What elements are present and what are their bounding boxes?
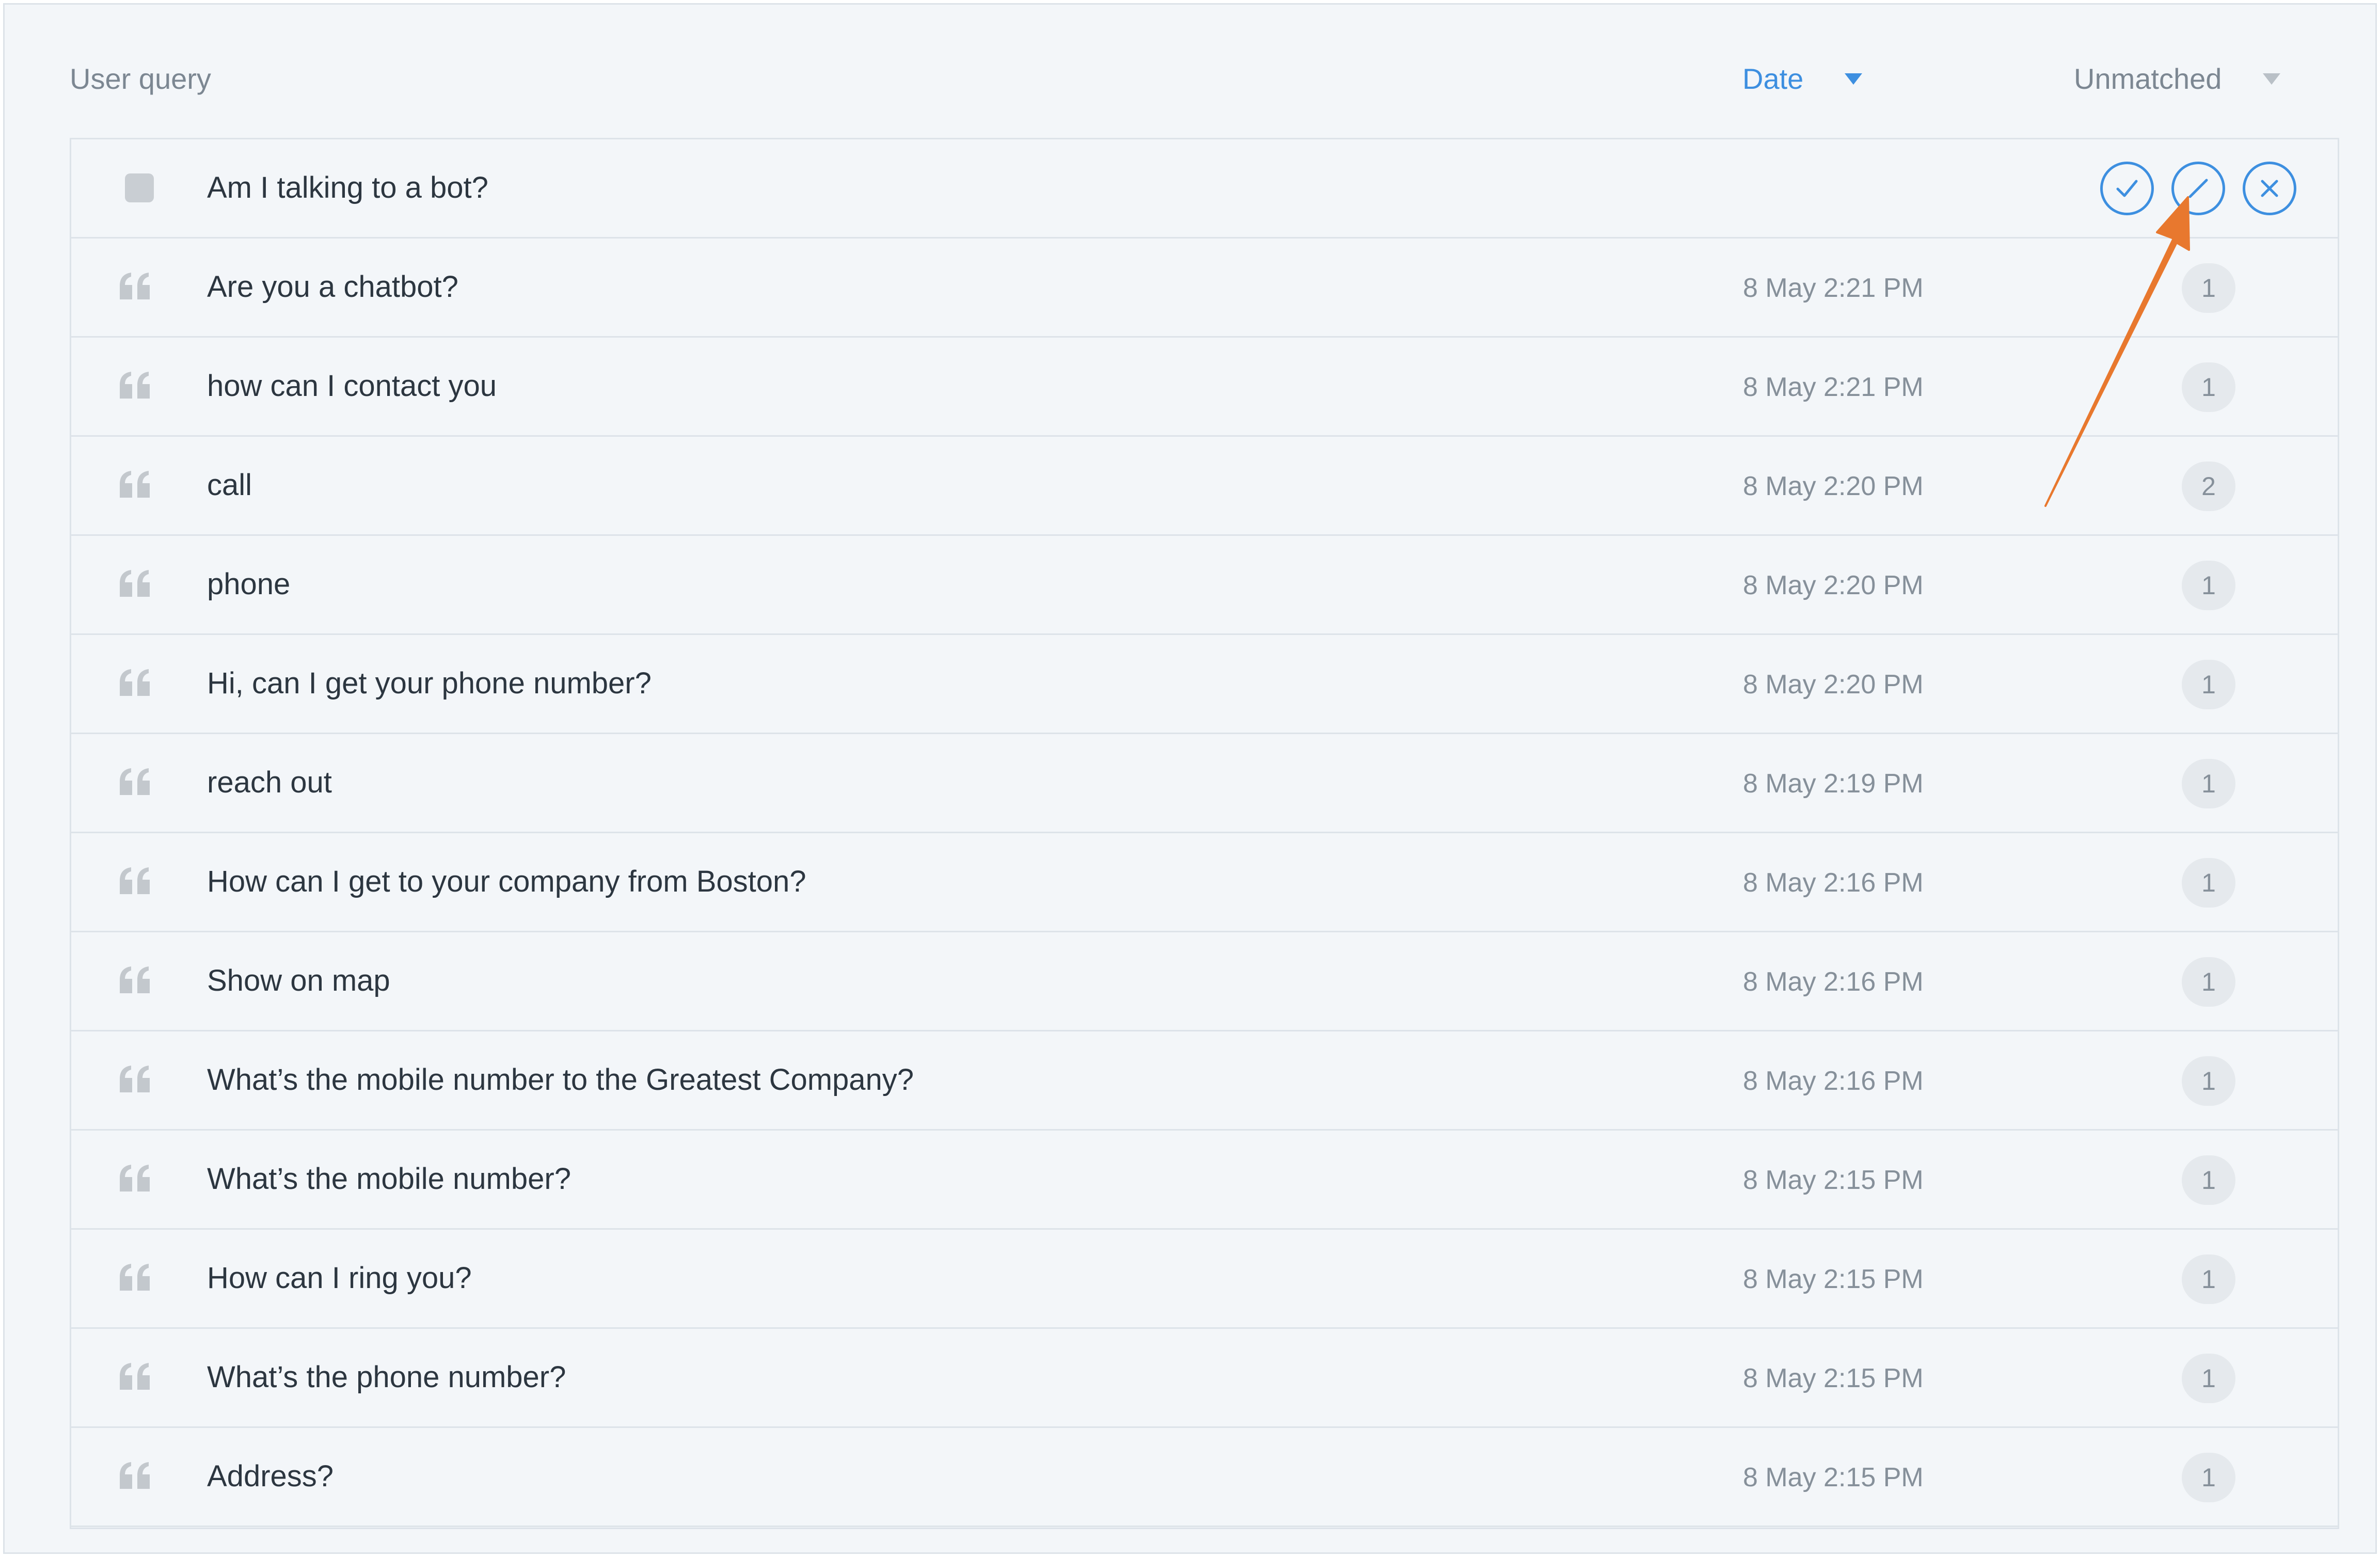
filter-label: Unmatched (2074, 62, 2222, 95)
table-row[interactable]: Hi, can I get your phone number? 8 May 2… (71, 635, 2338, 734)
quote-icon (119, 372, 151, 404)
query-text: What’s the phone number? (207, 1360, 566, 1394)
occurrence-count-badge: 1 (2182, 1354, 2235, 1403)
table-row[interactable]: phone 8 May 2:20 PM 1 (71, 536, 2338, 635)
query-text: Are you a chatbot? (207, 270, 458, 304)
query-date: 8 May 2:15 PM (1743, 1363, 1924, 1393)
table-row[interactable]: Are you a chatbot? 8 May 2:21 PM 1 (71, 239, 2338, 338)
query-text: Show on map (207, 964, 390, 997)
quote-icon (119, 1066, 151, 1098)
match-filter-dropdown[interactable]: Unmatched (2074, 62, 2281, 96)
query-text: How can I get to your company from Bosto… (207, 865, 806, 898)
query-date: 8 May 2:21 PM (1743, 273, 1924, 303)
query-text: What’s the mobile number to the Greatest… (207, 1063, 914, 1097)
check-icon (2116, 180, 2138, 197)
quote-icon (119, 669, 151, 701)
query-date: 8 May 2:19 PM (1743, 769, 1924, 799)
occurrence-count-badge: 1 (2182, 1056, 2235, 1106)
query-date: 8 May 2:16 PM (1743, 967, 1924, 997)
close-icon (2261, 180, 2278, 197)
query-date: 8 May 2:15 PM (1743, 1264, 1924, 1294)
user-query-header: User query (70, 62, 211, 95)
query-text: reach out (207, 766, 332, 799)
query-text: phone (207, 567, 291, 601)
quote-icon (119, 471, 151, 503)
query-text: Hi, can I get your phone number? (207, 666, 652, 700)
occurrence-count-badge: 1 (2182, 263, 2235, 313)
query-date: 8 May 2:16 PM (1743, 1066, 1924, 1096)
approve-button[interactable] (2100, 162, 2154, 215)
row-checkbox[interactable] (125, 173, 154, 202)
quote-icon (119, 966, 151, 998)
query-table: Am I talking to a bot? Are you a chatbot… (70, 138, 2339, 1529)
quote-icon (119, 1363, 151, 1395)
occurrence-count-badge: 1 (2182, 1254, 2235, 1304)
query-text: how can I contact you (207, 369, 497, 403)
quote-icon (119, 1462, 151, 1494)
query-date: 8 May 2:20 PM (1743, 471, 1924, 501)
table-header: User query Date Unmatched (5, 5, 2375, 138)
query-text: Am I talking to a bot? (207, 171, 488, 204)
query-text: Address? (207, 1459, 334, 1493)
occurrence-count-badge: 1 (2182, 561, 2235, 610)
occurrence-count-badge: 1 (2182, 1155, 2235, 1205)
occurrence-count-badge: 1 (2182, 759, 2235, 808)
date-header-label: Date (1742, 62, 1804, 95)
occurrence-count-badge: 1 (2182, 858, 2235, 908)
query-text: call (207, 468, 252, 502)
quote-icon (119, 570, 151, 602)
table-row[interactable]: reach out 8 May 2:19 PM 1 (71, 734, 2338, 833)
occurrence-count-badge: 1 (2182, 957, 2235, 1007)
quote-icon (119, 1165, 151, 1197)
quote-icon (119, 768, 151, 800)
query-text: What’s the mobile number? (207, 1162, 571, 1196)
quote-icon (119, 273, 151, 305)
quote-icon (119, 867, 151, 899)
query-date: 8 May 2:20 PM (1743, 670, 1924, 700)
row-actions (2100, 162, 2296, 215)
quote-icon (119, 1264, 151, 1296)
occurrence-count-badge: 1 (2182, 660, 2235, 709)
table-row[interactable]: Show on map 8 May 2:16 PM 1 (71, 932, 2338, 1031)
query-date: 8 May 2:15 PM (1743, 1165, 1924, 1195)
query-date: 8 May 2:16 PM (1743, 868, 1924, 898)
queries-panel: User query Date Unmatched Am I talking t… (3, 3, 2377, 1554)
table-row[interactable]: call 8 May 2:20 PM 2 (71, 437, 2338, 536)
table-row[interactable]: Address? 8 May 2:15 PM 1 (71, 1428, 2338, 1527)
table-row[interactable]: How can I get to your company from Bosto… (71, 833, 2338, 932)
caret-down-icon (2263, 73, 2281, 85)
table-row[interactable]: How can I ring you? 8 May 2:15 PM 1 (71, 1230, 2338, 1329)
query-date: 8 May 2:21 PM (1743, 372, 1924, 402)
occurrence-count-badge: 2 (2182, 462, 2235, 511)
occurrence-count-badge: 1 (2182, 362, 2235, 412)
dismiss-button[interactable] (2243, 162, 2296, 215)
query-text: How can I ring you? (207, 1261, 472, 1295)
query-date: 8 May 2:15 PM (1743, 1463, 1924, 1492)
date-sort-control[interactable]: Date (1742, 62, 1863, 96)
occurrence-count-badge: 1 (2182, 1453, 2235, 1502)
table-row[interactable]: What’s the phone number? 8 May 2:15 PM 1 (71, 1329, 2338, 1428)
query-date: 8 May 2:20 PM (1743, 570, 1924, 600)
table-row-selected[interactable]: Am I talking to a bot? (71, 139, 2338, 239)
edit-button[interactable] (2171, 162, 2225, 215)
table-row[interactable]: What’s the mobile number? 8 May 2:15 PM … (71, 1131, 2338, 1230)
table-row[interactable]: What’s the mobile number to the Greatest… (71, 1031, 2338, 1131)
table-row[interactable]: how can I contact you 8 May 2:21 PM 1 (71, 338, 2338, 437)
caret-down-icon (1845, 73, 1863, 85)
edit-icon (2188, 179, 2208, 198)
